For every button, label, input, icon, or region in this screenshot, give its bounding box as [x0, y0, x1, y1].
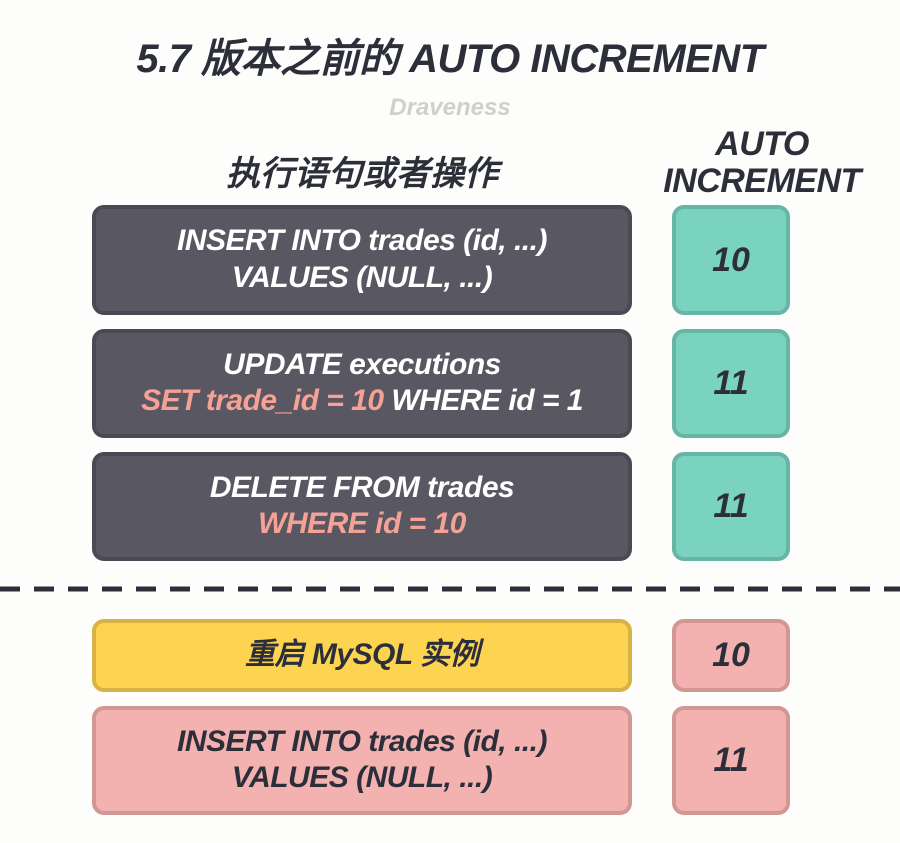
operation-text: SET trade_id = 10 WHERE id = 1	[112, 383, 612, 420]
value-box: 11	[672, 452, 790, 561]
operation-text: 重启 MySQL 实例	[112, 637, 612, 674]
column-header-autoincrement: AUTO INCREMENT	[642, 126, 882, 199]
value-box: 10	[672, 205, 790, 314]
column-header-autoincrement-line1: AUTO	[642, 126, 882, 163]
diagram-title: 5.7 版本之前的 AUTO INCREMENT	[0, 0, 900, 84]
rows-container-after-restart: 重启 MySQL 实例 10 INSERT INTO trades (id, .…	[0, 613, 900, 815]
rows-container: INSERT INTO trades (id, ...) VALUES (NUL…	[0, 199, 900, 561]
operation-box-update: UPDATE executions SET trade_id = 10 WHER…	[92, 329, 632, 438]
operation-text: VALUES (NULL, ...)	[112, 260, 612, 297]
table-row: UPDATE executions SET trade_id = 10 WHER…	[92, 329, 880, 438]
table-row: INSERT INTO trades (id, ...) VALUES (NUL…	[92, 706, 880, 815]
column-header-operation: 执行语句或者操作	[92, 146, 632, 199]
highlight-text: WHERE id = 10	[112, 506, 612, 543]
operation-text: INSERT INTO trades (id, ...)	[112, 724, 612, 761]
table-row: INSERT INTO trades (id, ...) VALUES (NUL…	[92, 205, 880, 314]
diagram-subtitle: Draveness	[0, 84, 900, 122]
operation-text-tail: WHERE id = 1	[384, 384, 583, 417]
table-row: DELETE FROM trades WHERE id = 10 11	[92, 452, 880, 561]
operation-text: UPDATE executions	[112, 347, 612, 384]
operation-text: VALUES (NULL, ...)	[112, 760, 612, 797]
operation-text: INSERT INTO trades (id, ...)	[112, 223, 612, 260]
value-box: 10	[672, 619, 790, 692]
value-box: 11	[672, 329, 790, 438]
operation-text: DELETE FROM trades	[112, 470, 612, 507]
operation-box-delete: DELETE FROM trades WHERE id = 10	[92, 452, 632, 561]
column-headers: 执行语句或者操作 AUTO INCREMENT	[0, 126, 900, 199]
table-row: 重启 MySQL 实例 10	[92, 619, 880, 692]
value-box: 11	[672, 706, 790, 815]
operation-box-insert-2: INSERT INTO trades (id, ...) VALUES (NUL…	[92, 706, 632, 815]
operation-box-restart: 重启 MySQL 实例	[92, 619, 632, 692]
highlight-text: SET trade_id = 10	[141, 384, 383, 417]
column-header-autoincrement-line2: INCREMENT	[642, 163, 882, 200]
divider-dashed	[0, 575, 900, 603]
operation-box-insert-1: INSERT INTO trades (id, ...) VALUES (NUL…	[92, 205, 632, 314]
